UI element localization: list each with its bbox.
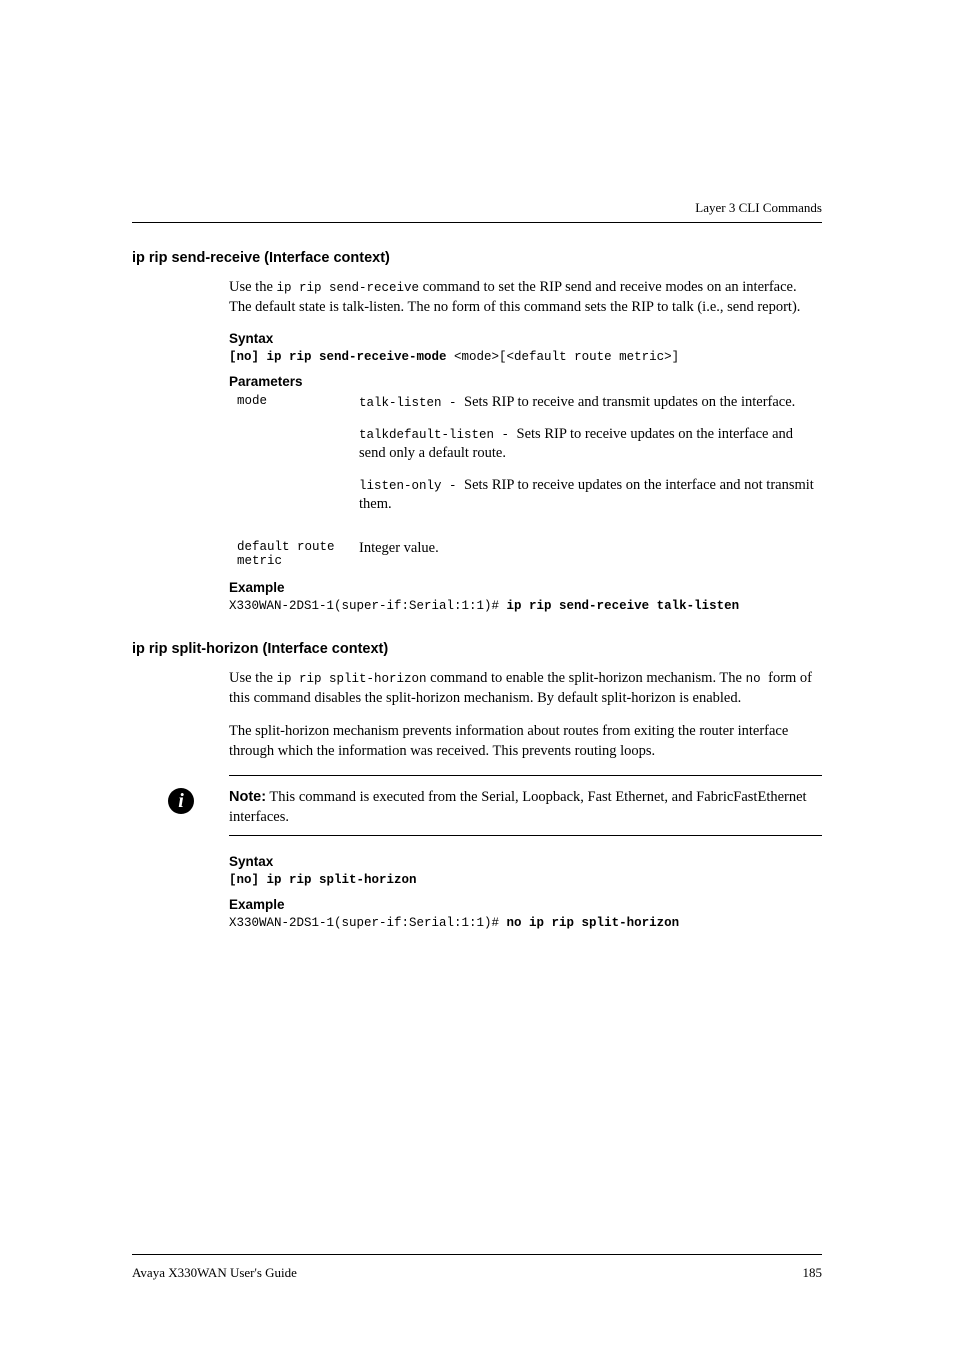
footer-left: Avaya X330WAN User's Guide [132,1265,297,1281]
header-rule [132,222,822,223]
param-name-default-route: default route metric [237,539,359,568]
example-label-1: Example [229,580,822,595]
syntax-bold-2: [no] ip rip split-horizon [229,873,417,887]
intro2-pre: Use the [229,670,277,686]
intro2-mid: command to enable the split-horizon mech… [427,670,746,686]
example-line-2: X330WAN-2DS1-1(super-if:Serial:1:1)# no … [229,916,822,930]
intro-paragraph-1: Use the ip rip send-receive command to s… [229,278,822,317]
param-desc-talkdefault-listen: talkdefault-listen - Sets RIP to receive… [359,425,822,464]
intro-code: ip rip send-receive [277,281,420,295]
intro2-code2: no [746,672,769,686]
note-body: This command is executed from the Serial… [229,789,807,825]
intro-paragraph-2b: The split-horizon mechanism prevents inf… [229,722,822,761]
example-pre-2: X330WAN-2DS1-1(super-if:Serial:1:1)# [229,916,507,930]
syntax-line-2: [no] ip rip split-horizon [229,873,822,887]
section-heading-split-horizon: ip rip split-horizon (Interface context) [132,641,822,657]
note-icon-wrap: i [132,788,229,814]
intro-paragraph-2a: Use the ip rip split-horizon command to … [229,669,822,708]
code-talk-listen: talk-listen - [359,396,464,410]
note-row: i Note: This command is executed from th… [132,788,822,827]
footer-page-number: 185 [803,1265,823,1281]
param-name-mode: mode [237,393,359,527]
parameters-label: Parameters [229,374,822,389]
syntax-rest: <mode>[<default route metric>] [454,350,679,364]
running-header: Layer 3 CLI Commands [695,200,822,216]
param-desc-default-route: Integer value. [359,539,439,568]
example-bold-2: no ip rip split-horizon [507,916,680,930]
info-icon: i [168,788,194,814]
syntax-label-2: Syntax [229,854,822,869]
intro-text-pre: Use the [229,279,277,295]
footer-row: Avaya X330WAN User's Guide 185 [132,1265,822,1281]
intro2-code: ip rip split-horizon [277,672,427,686]
page-footer: Avaya X330WAN User's Guide 185 [132,1254,822,1281]
example-label-2: Example [229,897,822,912]
param-row-mode: mode talk-listen - Sets RIP to receive a… [237,393,822,527]
note-rule-top [229,775,822,776]
example-line-1: X330WAN-2DS1-1(super-if:Serial:1:1)# ip … [229,599,822,613]
text-talk-listen: Sets RIP to receive and transmit updates… [464,394,795,410]
section-heading-send-receive: ip rip send-receive (Interface context) [132,250,822,266]
example-pre-1: X330WAN-2DS1-1(super-if:Serial:1:1)# [229,599,507,613]
param-desc-mode: talk-listen - Sets RIP to receive and tr… [359,393,822,527]
code-talkdefault-listen: talkdefault-listen - [359,428,517,442]
param-desc-listen-only: listen-only - Sets RIP to receive update… [359,476,822,515]
syntax-label-1: Syntax [229,331,822,346]
example-bold-1: ip rip send-receive talk-listen [507,599,740,613]
code-listen-only: listen-only - [359,479,464,493]
footer-rule [132,1254,822,1255]
note-label: Note: [229,789,266,805]
param-row-default-route: default route metric Integer value. [237,539,822,568]
syntax-bold: [no] ip rip send-receive-mode [229,350,454,364]
syntax-line-1: [no] ip rip send-receive-mode <mode>[<de… [229,350,822,364]
note-rule-bottom [229,835,822,836]
note-text: Note: This command is executed from the … [229,788,822,827]
param-desc-talk-listen: talk-listen - Sets RIP to receive and tr… [359,393,822,413]
